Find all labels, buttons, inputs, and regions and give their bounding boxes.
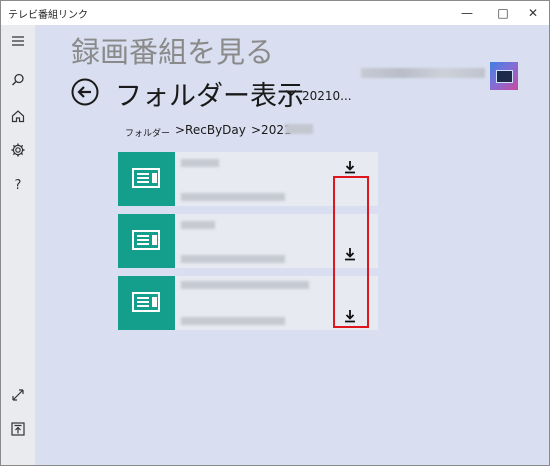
download-icon[interactable]: [343, 160, 357, 174]
maximize-button[interactable]: □: [487, 1, 519, 25]
recording-title: [181, 159, 219, 167]
breadcrumb-recbyday[interactable]: >RecByDay: [175, 123, 246, 137]
recording-thumbnail: [118, 276, 175, 330]
folder-subtitle: 20210...: [302, 89, 352, 103]
svg-text:?: ?: [15, 178, 22, 192]
user-name: [361, 68, 485, 78]
recording-title: [181, 221, 215, 229]
gear-icon[interactable]: [10, 142, 26, 158]
recording-thumbnail: [118, 152, 175, 206]
avatar[interactable]: [490, 62, 518, 90]
search-icon[interactable]: [10, 72, 26, 88]
recording-title: [181, 281, 309, 289]
tv-icon: [496, 70, 513, 83]
close-button[interactable]: ✕: [517, 1, 549, 25]
hamburger-menu-icon[interactable]: [10, 33, 26, 49]
help-icon[interactable]: ?: [10, 176, 26, 192]
recording-date: [181, 317, 285, 325]
recording-date: [181, 193, 285, 201]
page-title: 録画番組を見る: [71, 35, 275, 69]
folder-view-title: フォルダー表示: [115, 81, 304, 112]
app-window: テレビ番組リンク — □ ✕ ? 録画番組を見る フォルダー表示 20210..…: [0, 0, 550, 466]
window-title: テレビ番組リンク: [8, 10, 88, 21]
download-highlight-box: [333, 176, 369, 328]
upload-icon[interactable]: [10, 421, 26, 437]
recording-date: [181, 255, 285, 263]
tv-program-icon: [132, 168, 160, 188]
chevron-down-icon[interactable]: [285, 89, 297, 97]
main-content: 録画番組を見る フォルダー表示 20210... フォルダー >RecByDay…: [35, 25, 549, 465]
back-arrow-icon[interactable]: [71, 78, 99, 106]
home-icon[interactable]: [10, 108, 26, 124]
expand-icon[interactable]: [10, 387, 26, 403]
tv-program-icon: [132, 292, 160, 312]
tv-program-icon: [132, 230, 160, 250]
minimize-button[interactable]: —: [451, 1, 483, 25]
sidebar: ?: [1, 25, 35, 465]
recording-thumbnail: [118, 214, 175, 268]
breadcrumb-year-rest: [285, 124, 313, 134]
breadcrumb-folder[interactable]: フォルダー: [125, 126, 170, 139]
title-bar: テレビ番組リンク — □ ✕: [1, 1, 549, 25]
